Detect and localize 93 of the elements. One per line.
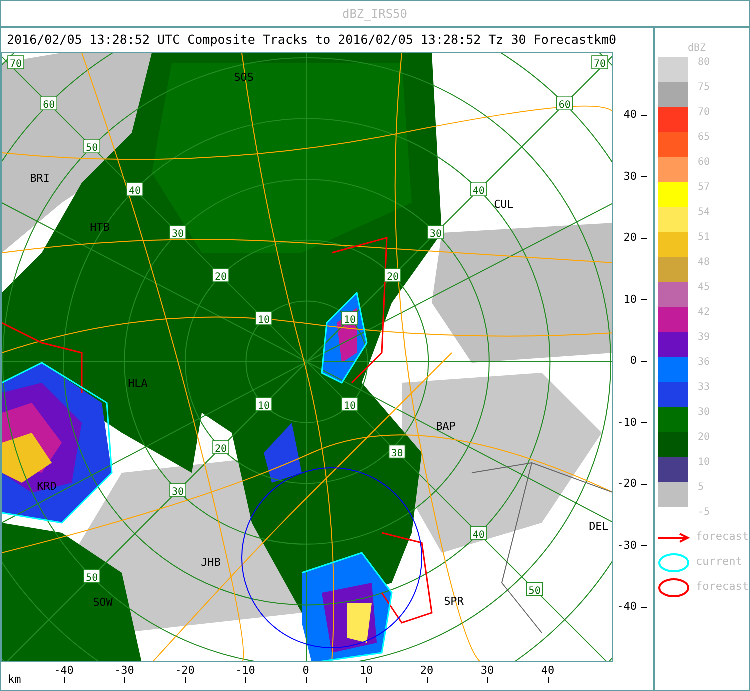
place-label: BAP [436, 420, 456, 433]
x-axis-unit: km [8, 672, 22, 688]
y-axis-tick [641, 422, 647, 424]
legend-label: 75 [698, 82, 710, 94]
range-label: 60 [556, 96, 574, 112]
legend-label: 65 [698, 132, 710, 144]
range-label: 50 [84, 140, 100, 154]
range-label: 40 [470, 182, 488, 198]
legend-label: 45 [698, 282, 710, 294]
legend-label: -5 [698, 507, 710, 519]
y-axis-label: -20 [616, 476, 638, 492]
range-label: 20 [384, 268, 402, 284]
range-label: 10 [256, 312, 272, 326]
range-label: 40 [470, 526, 488, 541]
y-axis-label: -10 [616, 414, 638, 430]
legend-label: 5 [698, 482, 704, 494]
legend-label: 20 [698, 432, 710, 444]
y-axis-tick [641, 114, 647, 116]
y-axis-label: -40 [616, 599, 638, 615]
y-axis-tick [641, 545, 647, 546]
range-label: 50 [84, 570, 100, 584]
y-axis-tick [641, 606, 647, 608]
y-axis-tick [641, 176, 647, 178]
y-axis-label: 30 [622, 168, 638, 184]
range-label: 70 [592, 56, 608, 70]
x-axis-label: 10 [360, 664, 374, 677]
legend-label: 60 [698, 157, 710, 169]
legend-label: 48 [698, 257, 710, 269]
y-axis-tick [641, 484, 647, 485]
place-label: DEL [589, 520, 609, 533]
legend-label: 33 [698, 382, 710, 394]
legend-label: 57 [698, 182, 710, 194]
range-label: 10 [342, 312, 358, 326]
storm-core-drawing [347, 603, 372, 643]
x-axis-tick [184, 677, 186, 683]
y-axis-tick [641, 238, 647, 239]
y-axis-label: 20 [622, 230, 638, 246]
range-label: 30 [170, 484, 186, 498]
place-label: KRD [37, 480, 57, 493]
x-axis-label: -40 [54, 664, 74, 677]
arrow-icon [658, 532, 690, 542]
place-label: HLA [128, 377, 148, 390]
ellipse-icon [658, 552, 690, 572]
place-label: CUL [494, 198, 514, 211]
y-axis-tick [641, 360, 647, 362]
place-label: JHB [201, 556, 221, 569]
y-axis-label: -30 [616, 538, 638, 554]
range-label: 10 [342, 398, 358, 412]
window-title: dBZ_IRS50 [1, 1, 749, 28]
x-axis-tick [366, 677, 367, 683]
range-label: 60 [40, 96, 58, 112]
legend-label: 70 [698, 107, 710, 119]
legend-key-label: forecast [696, 529, 749, 546]
legend-label: 39 [698, 332, 710, 344]
x-axis-tick [426, 677, 428, 683]
place-label: HTB [90, 221, 110, 234]
x-axis-tick [245, 677, 246, 683]
x-axis-label: 20 [420, 664, 434, 677]
x-axis-label: -30 [114, 664, 134, 677]
range-label: 40 [126, 182, 144, 198]
legend-label: 54 [698, 207, 710, 219]
ellipse-icon [658, 578, 690, 598]
place-label: SOW [93, 596, 113, 609]
range-label: 70 [8, 56, 24, 70]
legend-label: 36 [698, 357, 710, 369]
legend-label: 42 [698, 307, 710, 319]
legend-key-label: current [696, 554, 742, 570]
legend-label: 30 [698, 407, 710, 419]
x-axis-label: 0 [302, 664, 310, 677]
legend-label: 51 [698, 232, 710, 244]
range-label: 30 [170, 226, 186, 240]
x-axis-label: 30 [480, 664, 494, 677]
x-axis-label: -10 [236, 664, 256, 677]
y-axis-label: 10 [622, 292, 638, 308]
y-axis-label: 40 [622, 107, 638, 123]
header-text: 2016/02/05 13:28:52 UTC Composite Tracks to 2016/02/05 13:28:52 Tz 30 Forecastkm0 [6, 30, 618, 49]
x-axis-tick [124, 677, 125, 683]
range-label: 50 [526, 582, 544, 597]
legend-title: dBZ [688, 42, 706, 56]
legend-label: 10 [698, 457, 710, 469]
place-label: BRI [30, 172, 50, 185]
range-label: 20 [212, 268, 230, 284]
x-axis-label: 40 [541, 664, 555, 677]
range-label: 20 [212, 440, 230, 455]
x-axis-tick [487, 677, 488, 683]
y-axis-tick [641, 299, 647, 300]
legend-key-label: forecast [696, 579, 749, 596]
range-label: 30 [388, 444, 406, 460]
x-axis-label: -20 [175, 664, 195, 677]
range-label: 30 [428, 226, 444, 240]
range-label: 10 [256, 398, 272, 412]
y-axis-label: 0 [629, 353, 638, 369]
legend-label: 80 [698, 57, 710, 69]
